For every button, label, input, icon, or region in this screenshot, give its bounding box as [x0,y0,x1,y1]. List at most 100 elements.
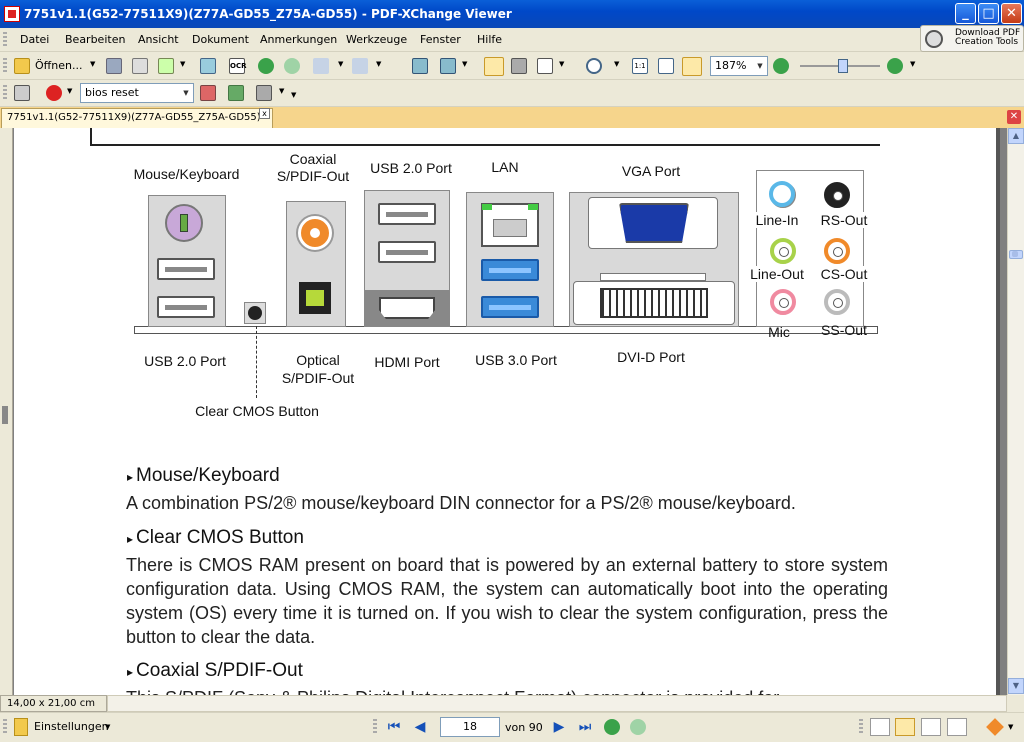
vertical-scrollbar[interactable]: ▲ ▼ [1007,128,1024,695]
search-next-icon[interactable] [228,85,244,101]
zoom-in-plus-icon[interactable] [887,58,903,74]
open-button-label[interactable]: Öffnen... [35,59,82,72]
maximize-button[interactable]: □ [978,3,999,24]
scroll-down-arrow[interactable]: ▼ [1008,678,1024,694]
facing-pages-icon[interactable] [921,718,941,736]
settings-icon[interactable] [14,718,28,736]
select-text-icon[interactable] [537,58,553,74]
last-page-icon[interactable]: ⏭ [577,718,593,736]
rotate-cw-icon[interactable] [440,58,456,74]
label-coaxial-line1: Coaxial [289,151,337,167]
panel-handle[interactable] [2,406,8,424]
menu-fenster[interactable]: Fenster [420,33,461,46]
export-dropdown-arrow[interactable]: ▼ [180,60,185,68]
forward-icon[interactable] [284,58,300,74]
continuous-facing-icon[interactable] [947,718,967,736]
page-number-input[interactable]: 18 [440,717,500,737]
label-mic: Mic [768,324,790,340]
menu-werkzeuge[interactable]: Werkzeuge [346,33,407,46]
settings-dropdown-arrow[interactable]: ▼ [105,723,110,731]
previous-page-icon[interactable]: ◀ [412,718,428,736]
actual-size-button[interactable]: 1:1 [632,58,648,74]
zoom-out-icon[interactable] [773,58,789,74]
menu-datei[interactable]: Datei [20,33,49,46]
continuous-page-icon[interactable] [895,718,915,736]
history-forward-icon[interactable] [630,719,646,735]
save-icon[interactable] [106,58,122,74]
rotate-ccw-icon[interactable] [412,58,428,74]
search-dropdown-arrow[interactable]: ▼ [179,84,193,102]
redo-dropdown-arrow[interactable]: ▼ [376,60,381,68]
nav-grip[interactable] [373,719,377,735]
close-all-tabs-icon[interactable]: ✕ [1007,110,1021,124]
first-page-icon[interactable]: ⏮ [386,718,402,736]
menu-anmerkungen[interactable]: Anmerkungen [260,33,337,46]
optical-shutter [306,290,324,306]
scan-icon[interactable] [200,58,216,74]
open-dropdown-arrow[interactable]: ▼ [90,60,95,68]
hand-tool-icon[interactable] [484,57,504,76]
zoom-value: 187% [715,59,747,72]
highlight-icon[interactable] [256,85,272,101]
hdmi-port-icon [379,297,435,319]
toolbar-grip[interactable] [3,58,7,74]
toolbar-overflow-arrow[interactable]: ▼ [910,60,915,68]
clear-cmos-button-icon [244,302,266,324]
zoom-dropdown-arrow[interactable]: ▼ [753,57,767,75]
document-viewport[interactable]: Mouse/Keyboard Coaxial S/PDIF-Out USB 2.… [13,128,1007,695]
zoom-tool-dropdown-arrow[interactable]: ▼ [614,60,619,68]
menu-hilfe[interactable]: Hilfe [477,33,502,46]
redo-icon[interactable] [352,58,368,74]
menu-bearbeiten[interactable]: Bearbeiten [65,33,125,46]
rotate-dropdown-arrow[interactable]: ▼ [462,60,467,68]
horizontal-scrollbar[interactable] [107,695,1007,712]
highlight-dropdown-arrow[interactable]: ▼ [279,87,284,95]
menu-grip[interactable] [3,32,7,48]
tab-close-icon[interactable]: x [259,108,270,119]
zoom-combo[interactable]: 187% ▼ [710,56,768,76]
lan-socket [493,219,527,237]
fit-width-icon[interactable] [682,57,702,76]
usb20-port-icon [157,258,215,280]
find-icon[interactable] [14,85,30,101]
undo-dropdown-arrow[interactable]: ▼ [338,60,343,68]
document-tab[interactable]: 7751v1.1(G52-77511X9)(Z77A-GD55_Z75A-GD5… [1,108,273,128]
search-previous-icon[interactable] [200,85,216,101]
settings-label[interactable]: Einstellungen [34,720,109,733]
zoom-slider-thumb[interactable] [838,59,848,73]
search-engine-dropdown-arrow[interactable]: ▼ [67,87,72,95]
zoom-in-icon[interactable] [586,58,602,74]
app-icon[interactable] [4,6,20,22]
left-panel-collapsed[interactable] [0,128,13,696]
lan-led-right [528,204,538,210]
select-dropdown-arrow[interactable]: ▼ [559,60,564,68]
layout-grip[interactable] [859,719,863,735]
menu-ansicht[interactable]: Ansicht [138,33,179,46]
next-page-icon[interactable]: ▶ [551,718,567,736]
history-back-icon[interactable] [604,719,620,735]
toolbar2-overflow-arrow[interactable]: ▼ [291,91,296,99]
close-button[interactable]: ✕ [1001,3,1022,24]
print-icon[interactable] [132,58,148,74]
export-icon[interactable] [158,58,174,74]
download-pdf-tools-button[interactable]: Download PDF Creation Tools [920,25,1024,52]
section-text-clear-cmos: There is CMOS RAM present on board that … [126,555,888,647]
ask-search-icon[interactable] [46,85,62,101]
undo-icon[interactable] [313,58,329,74]
menu-dokument[interactable]: Dokument [192,33,249,46]
single-page-icon[interactable] [870,718,890,736]
minimize-button[interactable]: _ [955,3,976,24]
statusbar-grip[interactable] [3,719,7,735]
scroll-up-arrow[interactable]: ▲ [1008,128,1024,144]
annotation-tool-icon[interactable] [986,718,1004,736]
spdif-block [286,201,346,327]
open-folder-icon[interactable] [14,58,30,74]
fit-page-icon[interactable] [658,58,674,74]
back-icon[interactable] [258,58,274,74]
toolbar2-grip[interactable] [3,85,7,101]
annotation-dropdown-arrow[interactable]: ▼ [1008,723,1013,731]
ocr-button[interactable]: OCR [229,58,246,74]
usb30-port-icon [481,296,539,318]
snapshot-icon[interactable] [511,58,527,74]
search-input[interactable]: bios reset ▼ [80,83,194,103]
